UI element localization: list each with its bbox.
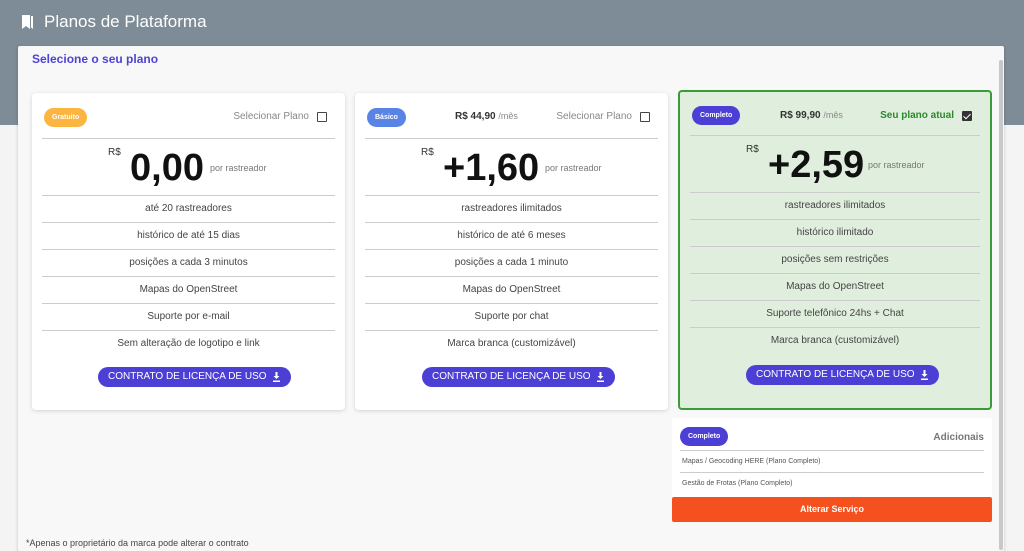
feature-item: Suporte por e-mail (42, 303, 335, 330)
footnote: *Apenas o proprietário da marca pode alt… (26, 538, 249, 548)
contract-label: CONTRATO DE LICENÇA DE USO (432, 371, 591, 382)
plan-card-completo: Completo R$ 99,90 /mês Seu plano atual R… (678, 90, 992, 410)
monthly-price-per: /mês (823, 110, 843, 120)
plan-badge: Completo (692, 106, 741, 125)
feature-item: Mapas do OpenStreet (42, 276, 335, 303)
monthly-price: R$ 99,90 /mês (780, 110, 843, 121)
current-plan-label: Seu plano atual (880, 110, 954, 121)
feature-item: Sem alteração de logotipo e link (42, 330, 335, 357)
contract-download-button[interactable]: CONTRATO DE LICENÇA DE USO (422, 367, 615, 387)
feature-item: posições sem restrições (690, 246, 980, 273)
select-plan-heading: Selecione o seu plano (32, 52, 159, 66)
monthly-price-value: R$ 99,90 (780, 110, 821, 121)
addon-item: Mapas / Geocoding HERE (Plano Completo) (680, 450, 984, 472)
price-value: +1,60 (443, 147, 540, 189)
monthly-price: R$ 44,90 /mês (455, 111, 518, 122)
app-header: Planos de Plataforma (0, 0, 1024, 44)
plan-badge: Básico (367, 108, 406, 127)
price-per: por rastreador (545, 163, 602, 173)
current-plan-checkbox[interactable] (962, 110, 972, 121)
price-row: R$ +1,60 por rastreador (365, 138, 658, 196)
feature-item: Mapas do OpenStreet (690, 273, 980, 300)
plan-card-gratuito: Gratuito Selecionar Plano R$ 0,00 por ra… (32, 93, 345, 410)
select-plan-label: Selecionar Plano (233, 111, 309, 122)
contract-label: CONTRATO DE LICENÇA DE USO (756, 369, 915, 380)
feature-item: rastreadores ilimitados (690, 192, 980, 219)
feature-item: histórico ilimitado (690, 219, 980, 246)
monthly-price-per: /mês (498, 111, 518, 121)
price-currency: R$ (108, 147, 121, 158)
download-icon (272, 372, 280, 382)
feature-item: Marca branca (customizável) (365, 330, 658, 357)
feature-item: histórico de até 15 dias (42, 222, 335, 249)
feature-list: rastreadores ilimitados histórico ilimit… (690, 192, 980, 354)
addons-list: Mapas / Geocoding HERE (Plano Completo) … (680, 450, 984, 494)
select-plan-checkbox[interactable] (317, 111, 327, 122)
price-per: por rastreador (868, 160, 925, 170)
feature-item: rastreadores ilimitados (365, 195, 658, 222)
select-plan-checkbox[interactable] (640, 111, 650, 122)
download-icon (596, 372, 604, 382)
page-title: Planos de Plataforma (44, 12, 207, 31)
contract-label: CONTRATO DE LICENÇA DE USO (108, 371, 267, 382)
bookmark-icon (22, 15, 33, 29)
price-row: R$ 0,00 por rastreador (42, 138, 335, 196)
select-plan-label: Selecionar Plano (556, 111, 632, 122)
addons-plan-badge: Completo (680, 427, 729, 446)
download-icon (920, 370, 928, 380)
price-currency: R$ (746, 144, 759, 155)
addon-item: Gestão de Frotas (Plano Completo) (680, 472, 984, 494)
addons-label: Adicionais (933, 432, 984, 443)
feature-item: Marca branca (customizável) (690, 327, 980, 354)
price-per: por rastreador (210, 163, 267, 173)
plan-badge: Gratuito (44, 108, 88, 127)
feature-item: histórico de até 6 meses (365, 222, 658, 249)
current-plan-indicator[interactable]: Seu plano atual (880, 110, 972, 121)
price-currency: R$ (421, 147, 434, 158)
feature-list: até 20 rastreadores histórico de até 15 … (42, 195, 335, 357)
select-plan-control[interactable]: Selecionar Plano (556, 111, 650, 122)
feature-item: Mapas do OpenStreet (365, 276, 658, 303)
scrollbar[interactable] (999, 60, 1003, 550)
feature-item: Suporte por chat (365, 303, 658, 330)
feature-item: Suporte telefônico 24hs + Chat (690, 300, 980, 327)
feature-item: posições a cada 3 minutos (42, 249, 335, 276)
price-row: R$ +2,59 por rastreador (690, 135, 980, 193)
monthly-price-value: R$ 44,90 (455, 111, 496, 122)
select-plan-control[interactable]: Selecionar Plano (233, 111, 327, 122)
addons-panel: Completo Adicionais Mapas / Geocoding HE… (672, 418, 992, 498)
plan-card-basico: Básico R$ 44,90 /mês Selecionar Plano R$… (355, 93, 668, 410)
price-value: 0,00 (130, 147, 204, 189)
alter-service-button[interactable]: Alterar Serviço (672, 497, 992, 522)
contract-download-button[interactable]: CONTRATO DE LICENÇA DE USO (98, 367, 291, 387)
feature-item: até 20 rastreadores (42, 195, 335, 222)
feature-list: rastreadores ilimitados histórico de até… (365, 195, 658, 357)
contract-download-button[interactable]: CONTRATO DE LICENÇA DE USO (746, 365, 939, 385)
feature-item: posições a cada 1 minuto (365, 249, 658, 276)
price-value: +2,59 (768, 144, 865, 186)
